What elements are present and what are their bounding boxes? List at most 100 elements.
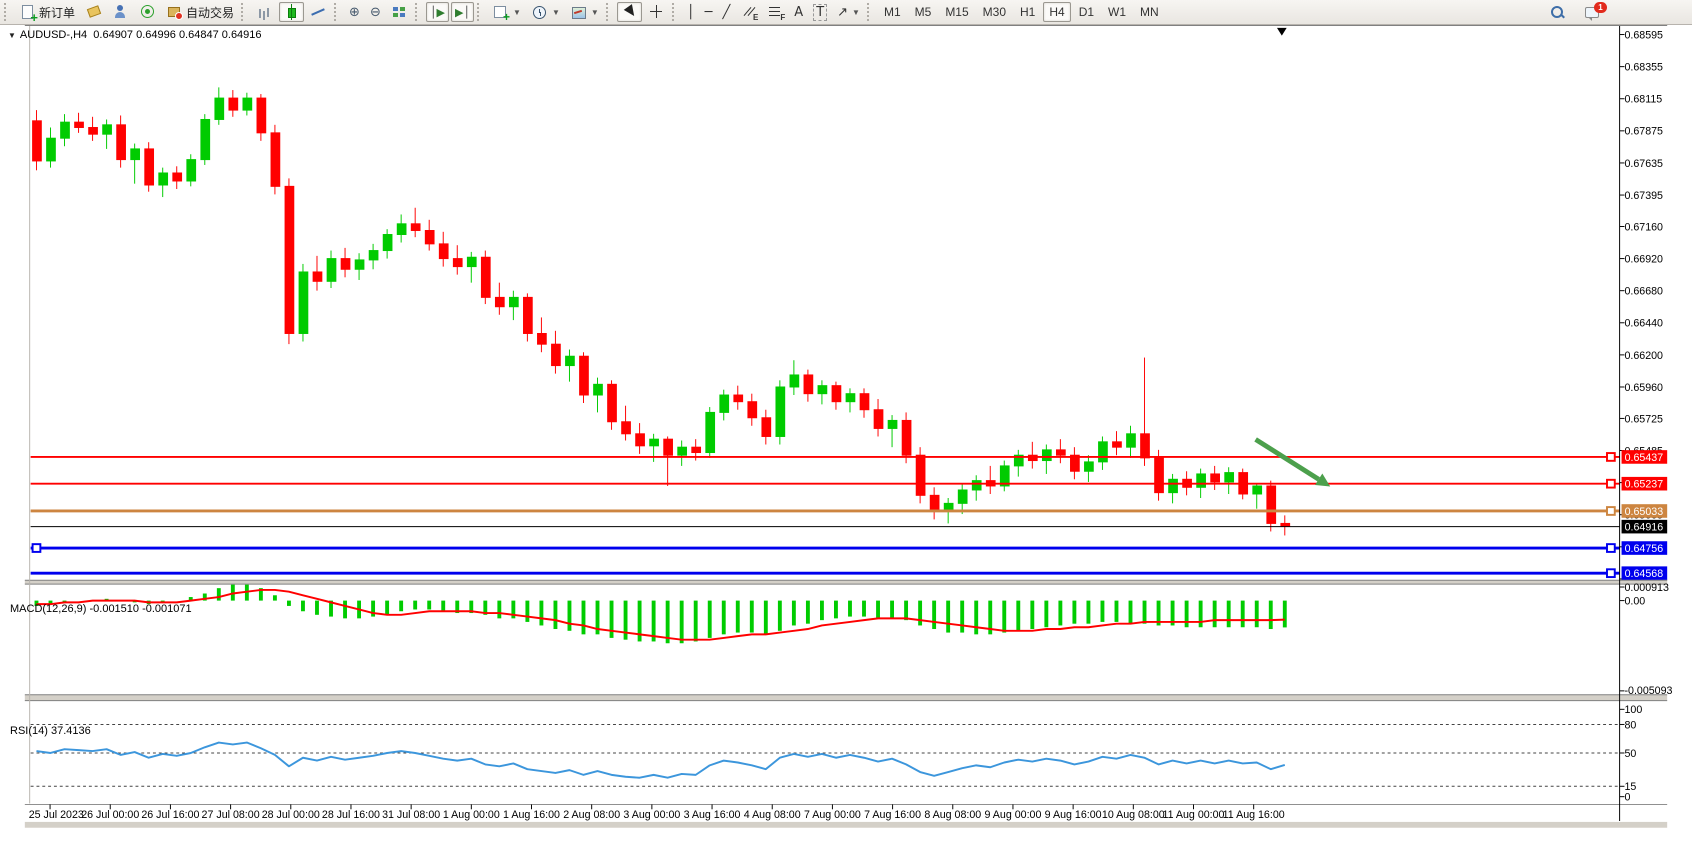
timeframe-m1-button[interactable]: M1 bbox=[878, 2, 907, 22]
new-order-icon bbox=[19, 4, 36, 20]
ohlc-close: 0.64916 bbox=[222, 29, 262, 41]
svg-text:0.68355: 0.68355 bbox=[1624, 62, 1663, 74]
timeframe-m5-button[interactable]: M5 bbox=[909, 2, 938, 22]
timeframe-h1-button[interactable]: H1 bbox=[1014, 2, 1041, 22]
channel-icon: E bbox=[740, 4, 757, 20]
metaeditor-button[interactable] bbox=[81, 2, 106, 22]
svg-text:0.67875: 0.67875 bbox=[1624, 126, 1663, 138]
auto-trading-button[interactable]: 自动交易 bbox=[162, 2, 238, 22]
vertical-line-icon: │ bbox=[687, 5, 695, 20]
chart-shift-button[interactable]: ▶│ bbox=[451, 2, 474, 22]
svg-text:0.67160: 0.67160 bbox=[1624, 221, 1663, 233]
svg-text:28 Jul 00:00: 28 Jul 00:00 bbox=[262, 809, 320, 821]
auto-trading-label: 自动交易 bbox=[186, 4, 234, 21]
cursor-button[interactable] bbox=[617, 2, 642, 22]
tile-windows-button[interactable] bbox=[387, 2, 412, 22]
svg-text:0.00: 0.00 bbox=[1624, 595, 1645, 607]
svg-text:7 Aug 00:00: 7 Aug 00:00 bbox=[804, 809, 861, 821]
indicators-button[interactable]: ▼ bbox=[488, 2, 525, 22]
timeframe-m15-button[interactable]: M15 bbox=[939, 2, 974, 22]
svg-text:-0.005093: -0.005093 bbox=[1624, 685, 1672, 697]
timeframe-h4-button[interactable]: H4 bbox=[1043, 2, 1070, 22]
zoom-in-button[interactable]: ⊕ bbox=[345, 2, 364, 22]
svg-text:9 Aug 00:00: 9 Aug 00:00 bbox=[985, 809, 1042, 821]
ohlc-high: 0.64996 bbox=[136, 29, 176, 41]
timeframe-w1-button[interactable]: W1 bbox=[1102, 2, 1132, 22]
vertical-line-button[interactable]: │ bbox=[683, 2, 699, 22]
pencil-icon bbox=[85, 4, 102, 20]
chat-button[interactable]: 1 bbox=[1580, 2, 1605, 22]
horizontal-line-button[interactable]: ─ bbox=[701, 2, 717, 22]
svg-text:8 Aug 08:00: 8 Aug 08:00 bbox=[924, 809, 981, 821]
new-order-button[interactable]: 新订单 bbox=[15, 2, 79, 22]
svg-text:0.67635: 0.67635 bbox=[1624, 158, 1663, 170]
toolbar-grip[interactable] bbox=[606, 3, 612, 21]
signals-button[interactable] bbox=[135, 2, 160, 22]
toolbar-grip[interactable] bbox=[415, 3, 421, 21]
candlestick-chart-button[interactable] bbox=[279, 2, 304, 22]
chart-canvas[interactable]: 0.685950.683550.681150.678750.676350.673… bbox=[0, 25, 1692, 852]
chart-shift-icon: ▶│ bbox=[455, 6, 470, 19]
timeframe-d1-button[interactable]: D1 bbox=[1073, 2, 1100, 22]
svg-text:100: 100 bbox=[1624, 704, 1642, 716]
line-handle bbox=[1607, 544, 1615, 552]
search-icon bbox=[1549, 4, 1566, 20]
svg-text:11 Aug 16:00: 11 Aug 16:00 bbox=[1223, 809, 1285, 821]
trendline-button[interactable]: ╱ bbox=[718, 2, 734, 22]
periods-button[interactable]: ▼ bbox=[527, 2, 564, 22]
svg-text:0.68595: 0.68595 bbox=[1624, 29, 1663, 41]
svg-text:0.68115: 0.68115 bbox=[1624, 94, 1662, 106]
svg-text:0.66200: 0.66200 bbox=[1624, 350, 1663, 362]
svg-text:2 Aug 08:00: 2 Aug 08:00 bbox=[563, 809, 620, 821]
equidistant-channel-button[interactable]: E bbox=[736, 2, 761, 22]
line-chart-button[interactable] bbox=[306, 2, 331, 22]
signal-icon bbox=[139, 4, 156, 20]
community-button[interactable] bbox=[108, 2, 133, 22]
toolbar-grip[interactable] bbox=[477, 3, 483, 21]
svg-text:0.65437: 0.65437 bbox=[1625, 452, 1664, 464]
fibonacci-icon: F bbox=[767, 4, 784, 20]
text-label-button[interactable]: T bbox=[809, 2, 831, 22]
svg-text:28 Jul 16:00: 28 Jul 16:00 bbox=[322, 809, 380, 821]
toolbar-grip[interactable] bbox=[867, 3, 873, 21]
candlestick-icon bbox=[283, 4, 300, 20]
svg-text:0.66440: 0.66440 bbox=[1624, 318, 1663, 330]
macd-values: -0.001510 -0.001071 bbox=[89, 603, 191, 615]
toolbar-grip[interactable] bbox=[241, 3, 247, 21]
bar-chart-button[interactable] bbox=[252, 2, 277, 22]
trendline-icon: ╱ bbox=[722, 5, 730, 20]
crosshair-button[interactable] bbox=[644, 2, 669, 22]
svg-text:0.65033: 0.65033 bbox=[1625, 506, 1664, 518]
search-button[interactable] bbox=[1545, 2, 1570, 22]
timeframe-m30-button[interactable]: M30 bbox=[977, 2, 1012, 22]
svg-text:0.65237: 0.65237 bbox=[1625, 479, 1664, 491]
pane-separator[interactable] bbox=[25, 580, 1667, 584]
svg-text:3 Aug 16:00: 3 Aug 16:00 bbox=[684, 809, 741, 821]
chart-menu-caret-icon[interactable]: ▼ bbox=[8, 31, 16, 40]
timeframe-mn-button[interactable]: MN bbox=[1134, 2, 1165, 22]
chart-title[interactable]: ▼AUDUSD-,H4 0.64907 0.64996 0.64847 0.64… bbox=[8, 29, 262, 41]
templates-button[interactable]: ▼ bbox=[566, 2, 603, 22]
text-button[interactable]: A bbox=[790, 2, 807, 22]
svg-text:25 Jul 2023: 25 Jul 2023 bbox=[29, 809, 84, 821]
toolbar-grip[interactable] bbox=[672, 3, 678, 21]
chart-area[interactable]: 0.685950.683550.681150.678750.676350.673… bbox=[0, 25, 1692, 852]
zoom-out-button[interactable]: ⊖ bbox=[366, 2, 385, 22]
fibonacci-button[interactable]: F bbox=[763, 2, 788, 22]
horizontal-line-icon: ─ bbox=[705, 5, 713, 20]
auto-scroll-button[interactable]: │▶ bbox=[426, 2, 449, 22]
text-label-icon: T bbox=[813, 4, 827, 21]
toolbar-grip[interactable] bbox=[4, 3, 10, 21]
person-icon bbox=[112, 4, 129, 20]
notification-badge: 1 bbox=[1594, 2, 1607, 13]
svg-text:0.64916: 0.64916 bbox=[1625, 522, 1664, 534]
template-icon bbox=[570, 4, 587, 20]
line-handle bbox=[1607, 453, 1615, 461]
pane-separator[interactable] bbox=[25, 695, 1667, 701]
arrows-button[interactable]: ↗▼ bbox=[833, 2, 864, 22]
toolbar-grip[interactable] bbox=[334, 3, 340, 21]
chart-symbol: AUDUSD-,H4 bbox=[20, 29, 87, 41]
svg-text:0.65725: 0.65725 bbox=[1624, 413, 1663, 425]
svg-text:26 Jul 16:00: 26 Jul 16:00 bbox=[141, 809, 199, 821]
new-order-label: 新订单 bbox=[39, 4, 75, 21]
